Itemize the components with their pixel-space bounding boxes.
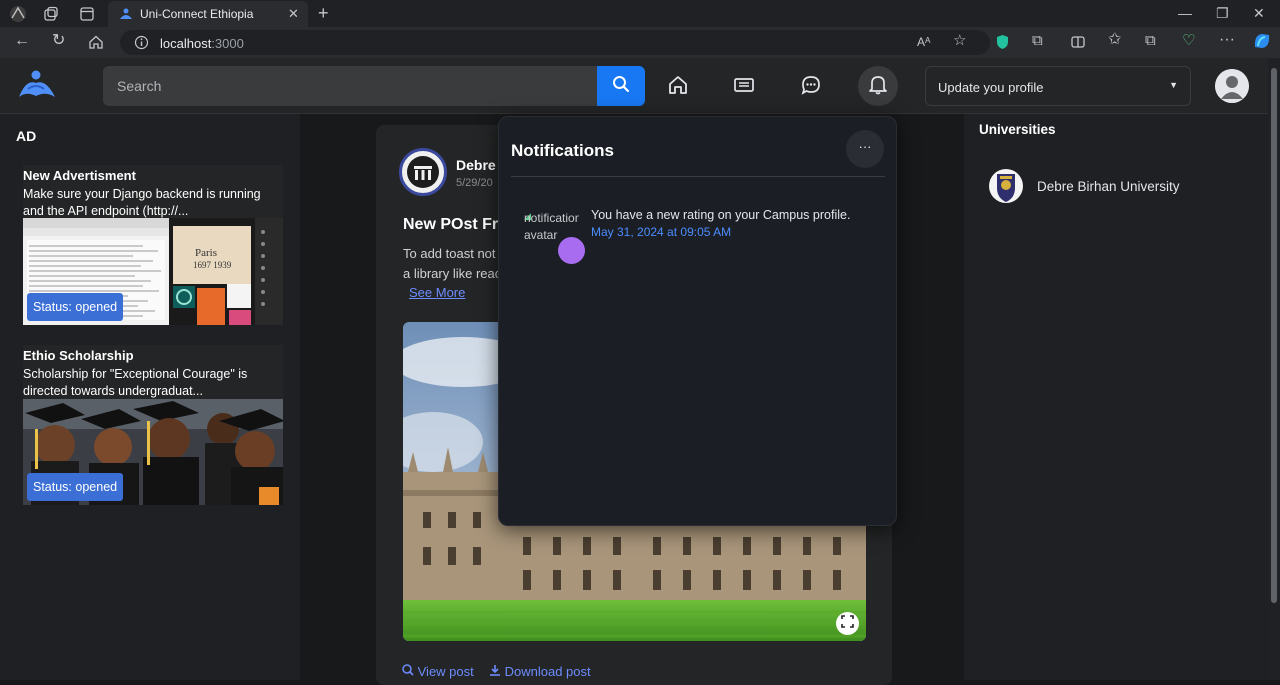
url-field[interactable]: localhost:3000 Aᴬ ☆ [120,30,990,55]
extensions-icon[interactable]: ⧉ [1032,33,1043,48]
url-port: :3000 [211,36,244,51]
unread-dot [558,237,585,264]
universities-title: Universities [979,122,1056,137]
app-logo[interactable] [16,69,58,101]
ad-card[interactable]: Ethio Scholarship Scholarship for "Excep… [23,345,283,505]
download-post-link[interactable]: Download post [489,664,591,679]
url-text: localhost:3000 [160,36,244,51]
expand-icon [841,614,854,633]
workspaces-icon[interactable] [43,6,59,24]
view-post-label: View post [417,664,474,679]
ad-title: Ethio Scholarship [23,348,134,363]
zoom-in-icon [402,664,418,679]
collections-icon[interactable]: ⧉ [1145,33,1156,48]
ad-img-text-2: 1697 1939 [193,260,232,270]
scrollbar-thumb[interactable] [1271,68,1277,603]
status-badge: Status: opened [27,473,124,501]
home-icon[interactable] [88,34,104,52]
ad-img-text-1: Paris [195,247,217,259]
post-body-line: To add toast not [403,246,496,261]
browser-essentials-icon[interactable]: ♡ [1182,33,1195,48]
notifications-button[interactable] [858,66,898,106]
post-author-avatar[interactable] [399,148,447,196]
page-scrollbar[interactable] [1268,58,1280,680]
site-info-icon[interactable] [134,35,149,52]
ad-text: Make sure your Django backend is running… [23,187,261,218]
copilot-icon[interactable] [1252,32,1272,52]
search-box[interactable] [103,66,597,106]
divider [511,176,885,177]
active-tab[interactable]: Uni-Connect Ethiopia ✕ [108,1,308,27]
tab-actions-icon[interactable] [79,6,95,24]
close-tab-icon[interactable]: ✕ [288,7,299,21]
notification-text[interactable]: You have a new rating on your Campus pro… [591,208,850,222]
site-favicon [118,6,134,24]
view-post-link[interactable]: View post [402,664,474,679]
favorites-icon[interactable]: ✩ [1108,32,1121,48]
post-date: 5/29/20 [456,177,493,189]
url-host: localhost [160,36,212,51]
ad-title: New Advertisment [23,168,136,183]
refresh-icon[interactable]: ↻ [52,33,65,49]
post-body-line: a library like reac [403,266,502,281]
restore-icon[interactable]: ❐ [1216,6,1229,20]
browser-tab-strip: Uni-Connect Ethiopia ✕ + — ❐ ✕ [0,0,1280,27]
nav-messages[interactable] [791,68,831,106]
expand-image-button[interactable] [836,612,859,635]
close-window-icon[interactable]: ✕ [1253,6,1265,20]
new-tab-icon[interactable]: + [318,4,329,22]
notifications-panel [498,116,897,526]
ad-card[interactable]: New Advertisment Make sure your Django b… [23,165,283,325]
tab-title: Uni-Connect Ethiopia [140,7,254,21]
minimize-icon[interactable]: — [1178,6,1192,20]
post-body: To add toast not a library like reac [403,244,503,284]
user-avatar[interactable] [1215,69,1249,103]
post-title: New POst Fr [403,216,499,233]
ad-section-title: AD [16,128,37,144]
search-button[interactable] [597,66,645,106]
profile-icon[interactable] [8,5,28,23]
favorite-star-icon[interactable]: ☆ [953,33,966,48]
nav-news[interactable] [724,68,764,106]
status-badge: Status: opened [27,293,124,321]
university-logo[interactable] [988,166,1024,206]
newspaper-icon [733,76,755,99]
home-nav-icon [667,74,689,101]
search-input[interactable] [103,66,597,106]
back-icon[interactable]: ← [14,33,30,49]
split-screen-icon[interactable] [1070,34,1086,52]
notification-time: May 31, 2024 at 09:05 AM [591,225,732,239]
settings-more-icon[interactable]: ··· [1219,32,1235,48]
ad-image: Status: opened [23,399,283,505]
shield-extension-icon[interactable] [995,34,1010,52]
download-icon [489,664,505,679]
profile-select[interactable]: Update you profile ▼ [925,66,1191,106]
read-aloud-icon[interactable]: Aᴬ [917,35,930,49]
nav-home[interactable] [658,68,698,106]
chevron-down-icon: ▼ [1169,80,1178,90]
search-icon [612,75,630,98]
profile-select-label: Update you profile [938,80,1044,95]
download-post-label: Download post [504,664,591,679]
ad-image: Paris 1697 1939 Status: opened [23,218,283,325]
see-more-link[interactable]: See More [409,285,465,300]
university-name[interactable]: Debre Birhan University [1037,179,1180,194]
chat-icon [800,74,822,101]
notifications-title: Notifications [511,141,614,160]
notifications-more-button[interactable]: ··· [846,130,884,168]
ad-text: Scholarship for "Exceptional Courage" is… [23,367,248,398]
post-author-name[interactable]: Debre [456,157,496,173]
bell-icon [868,73,888,100]
